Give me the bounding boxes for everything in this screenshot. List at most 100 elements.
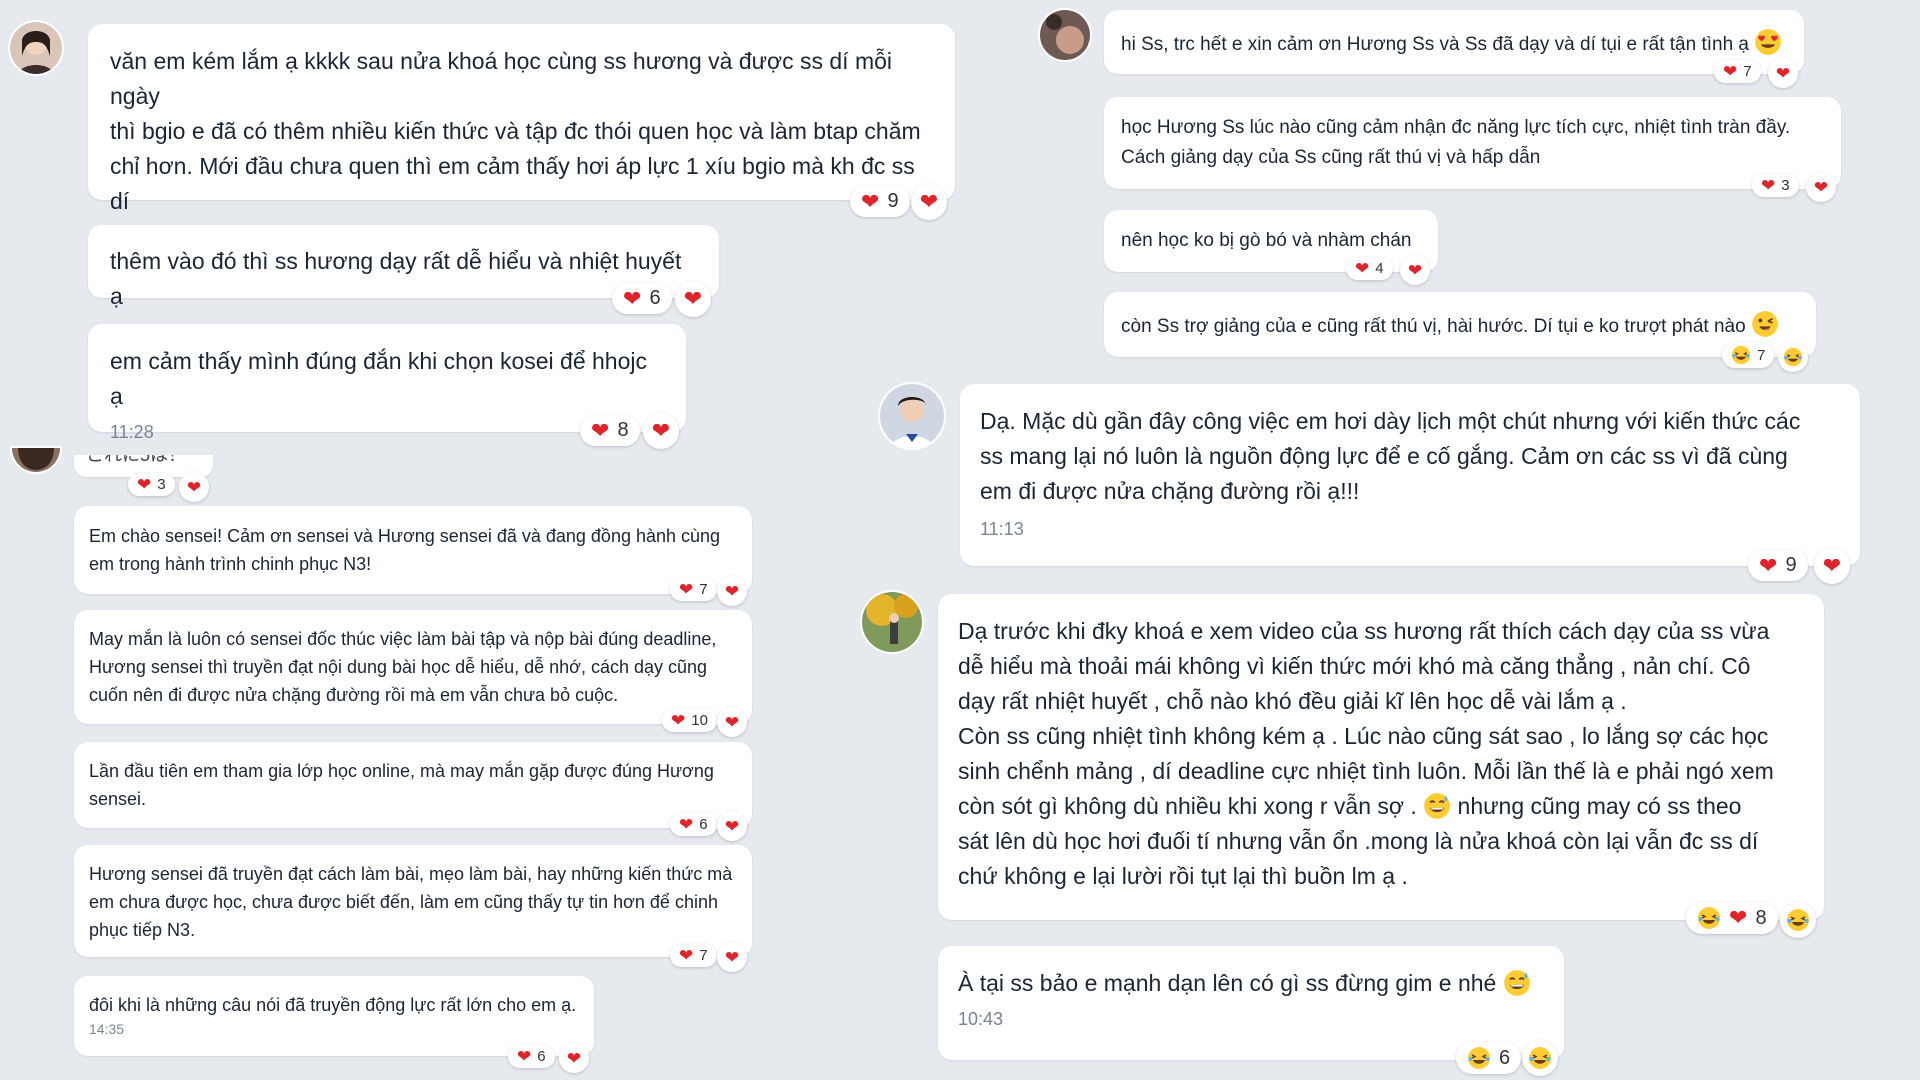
- react-button[interactable]: [1778, 342, 1808, 372]
- message-timestamp: 10:43: [958, 1009, 1004, 1029]
- message-text: Hương sensei đã truyền đạt cách làm bài,…: [89, 864, 733, 940]
- laughing-tears-icon: [1467, 1046, 1491, 1070]
- reaction-count[interactable]: ❤ 4: [1346, 257, 1393, 280]
- heart-icon: ❤: [566, 1048, 582, 1068]
- heart-icon: ❤: [517, 1047, 532, 1066]
- heart-icon: ❤: [651, 418, 671, 443]
- reaction-count[interactable]: 7: [1722, 342, 1775, 368]
- message-bubble[interactable]: học Hương Ss lúc nào cũng cảm nhận đc nă…: [1104, 97, 1841, 189]
- avatar[interactable]: [12, 448, 60, 472]
- react-button[interactable]: ❤: [643, 413, 679, 449]
- reaction-count[interactable]: ❤ 6: [612, 283, 672, 314]
- reaction-count[interactable]: ❤ 9: [850, 186, 910, 217]
- heart-icon: ❤: [683, 286, 703, 311]
- avatar[interactable]: [862, 592, 922, 652]
- reaction-number: 8: [1755, 906, 1767, 929]
- react-button[interactable]: ❤: [911, 184, 947, 220]
- message-text: May mắn là luôn có sensei đốc thúc việc …: [89, 629, 717, 705]
- heart-icon: ❤: [724, 581, 740, 601]
- heart-icon: ❤: [591, 417, 610, 443]
- react-button[interactable]: ❤: [1814, 548, 1850, 584]
- react-button[interactable]: ❤: [675, 281, 711, 317]
- message-bubble[interactable]: văn em kém lắm ạ kkkk sau nửa khoá học c…: [88, 24, 955, 249]
- reaction-number: 8: [617, 419, 629, 441]
- react-button[interactable]: [1780, 902, 1816, 938]
- grinning-sweat-icon: [1503, 969, 1531, 997]
- react-button[interactable]: ❤: [559, 1043, 589, 1073]
- laughing-tears-icon: [1697, 906, 1721, 930]
- laughing-tears-icon: [1528, 1046, 1552, 1070]
- message-text: À tại ss bảo e mạnh dạn lên có gì ss đừn…: [958, 966, 1544, 1001]
- message-text: văn em kém lắm ạ kkkk sau nửa khoá học c…: [110, 48, 921, 249]
- message-bubble[interactable]: Dạ trước khi đky khoá e xem video của ss…: [938, 594, 1824, 920]
- react-button[interactable]: ❤: [1806, 172, 1836, 202]
- reaction-count[interactable]: 6: [1456, 1042, 1522, 1074]
- react-button[interactable]: ❤: [717, 576, 747, 606]
- message-text: còn Ss trợ giảng của e cũng rất thú vị, …: [1121, 310, 1799, 342]
- reaction-number: 7: [699, 581, 708, 598]
- message-bubble[interactable]: còn Ss trợ giảng của e cũng rất thú vị, …: [1104, 292, 1816, 357]
- winking-face-icon: [1751, 310, 1779, 338]
- message-bubble[interactable]: Lần đầu tiên em tham gia lớp học online,…: [74, 742, 752, 828]
- heart-icon: ❤: [671, 711, 686, 730]
- message-text: これに5は！: [86, 455, 187, 465]
- heart-icon: ❤: [1822, 553, 1842, 578]
- message-bubble[interactable]: hi Ss, trc hết e xin cảm ơn Hương Ss và …: [1104, 10, 1804, 74]
- reaction-count[interactable]: ❤ 6: [508, 1045, 555, 1068]
- reaction-count[interactable]: ❤ 7: [670, 944, 717, 967]
- reaction-count[interactable]: ❤ 7: [670, 578, 717, 601]
- reaction-count[interactable]: ❤ 9: [1748, 550, 1808, 581]
- reaction-count[interactable]: ❤ 6: [670, 813, 717, 836]
- reaction-count[interactable]: ❤ 8: [580, 415, 640, 446]
- reaction-count[interactable]: ❤ 8: [1686, 902, 1778, 934]
- message-text: nên học ko bị gò bó và nhàm chán: [1121, 230, 1412, 251]
- heart-icon: ❤: [137, 475, 152, 494]
- reaction-count[interactable]: ❤ 7: [1714, 60, 1761, 83]
- reaction-number: 7: [1757, 346, 1766, 364]
- reaction-count[interactable]: ❤ 10: [662, 709, 717, 732]
- message-text: Dạ trước khi đky khoá e xem video của ss…: [958, 618, 1774, 889]
- react-button[interactable]: ❤: [717, 707, 747, 737]
- message-bubble[interactable]: Em chào sensei! Cảm ơn sensei và Hương s…: [74, 506, 752, 594]
- message-timestamp: 14:35: [89, 1021, 125, 1037]
- message-timestamp: 11:13: [980, 519, 1024, 539]
- react-button[interactable]: ❤: [179, 472, 209, 502]
- grinning-sweat-icon: [1423, 792, 1451, 820]
- reaction-number: 9: [1785, 554, 1797, 576]
- heart-icon: ❤: [1723, 62, 1738, 81]
- reaction-number: 6: [1499, 1046, 1511, 1069]
- react-button[interactable]: [1522, 1040, 1558, 1076]
- message-text: Lần đầu tiên em tham gia lớp học online,…: [89, 761, 714, 809]
- react-button[interactable]: ❤: [717, 811, 747, 841]
- avatar[interactable]: [1040, 10, 1090, 60]
- react-button[interactable]: ❤: [1400, 255, 1430, 285]
- message-text: đôi khi là những câu nói đã truyền động …: [89, 995, 577, 1015]
- reaction-count[interactable]: ❤ 3: [128, 473, 175, 496]
- message-bubble[interactable]: Hương sensei đã truyền đạt cách làm bài,…: [74, 845, 752, 957]
- reaction-number: 7: [1743, 63, 1752, 80]
- reaction-number: 3: [157, 476, 166, 493]
- heart-icon: ❤: [679, 946, 694, 965]
- message-bubble[interactable]: đôi khi là những câu nói đã truyền động …: [74, 976, 594, 1056]
- avatar[interactable]: [10, 22, 62, 74]
- heart-icon: ❤: [679, 580, 694, 599]
- message-bubble[interactable]: May mắn là luôn có sensei đốc thúc việc …: [74, 610, 752, 724]
- reaction-number: 7: [699, 947, 708, 964]
- heart-icon: ❤: [724, 816, 740, 836]
- heart-icon: ❤: [1813, 177, 1829, 197]
- heart-icon: ❤: [919, 189, 939, 214]
- message-text: Dạ. Mặc dù gần đây công việc em hơi dày …: [980, 408, 1801, 504]
- heart-icon: ❤: [724, 712, 740, 732]
- heart-icon: ❤: [1775, 63, 1791, 83]
- react-button[interactable]: ❤: [717, 942, 747, 972]
- reaction-count[interactable]: ❤ 3: [1752, 174, 1799, 197]
- message-bubble[interactable]: Dạ. Mặc dù gần đây công việc em hơi dày …: [960, 384, 1860, 566]
- react-button[interactable]: ❤: [1768, 58, 1798, 88]
- message-text: hi Ss, trc hết e xin cảm ơn Hương Ss và …: [1121, 28, 1787, 60]
- reaction-number: 10: [691, 712, 708, 729]
- heart-icon: ❤: [1761, 176, 1776, 195]
- avatar[interactable]: [880, 384, 944, 448]
- heart-icon: ❤: [1759, 552, 1778, 578]
- message-text: học Hương Ss lúc nào cũng cảm nhận đc nă…: [1121, 117, 1791, 168]
- reaction-number: 3: [1781, 177, 1790, 194]
